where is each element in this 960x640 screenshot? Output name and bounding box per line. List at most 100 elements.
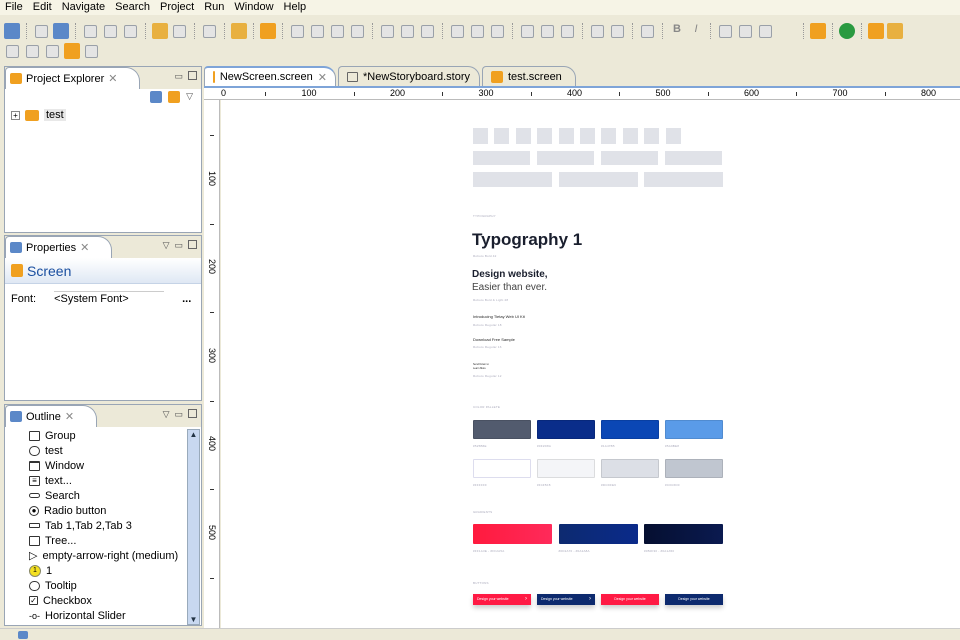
design-button[interactable]: Design your website (601, 594, 659, 605)
vruler-tick (210, 400, 214, 402)
font-picker-button[interactable]: ... (182, 293, 191, 305)
tab-newscreen[interactable]: NewScreen.screen ✕ (204, 66, 336, 86)
new-icon[interactable] (4, 23, 20, 39)
tab-newstoryboard[interactable]: *NewStoryboard.story (338, 66, 480, 86)
arrange-forward-icon[interactable] (311, 24, 324, 38)
menu-navigate[interactable]: Navigate (57, 0, 110, 15)
same-height-icon[interactable] (611, 24, 624, 38)
fast-view-icon[interactable] (18, 631, 28, 639)
scroll-up-icon[interactable]: ▲ (188, 430, 199, 439)
arrange-front-icon[interactable] (291, 24, 304, 38)
group-vertical-icon[interactable] (381, 24, 394, 38)
arrange-backward-icon[interactable] (331, 24, 344, 38)
outline-item-checkbox[interactable]: ✓ Checkbox (5, 593, 201, 608)
view-menu-icon[interactable]: ▽ (163, 240, 170, 251)
camera-icon[interactable] (260, 23, 276, 39)
forward-icon[interactable] (85, 44, 98, 58)
align-center-icon[interactable] (471, 24, 484, 38)
tab-properties[interactable]: Properties ✕ (5, 236, 113, 258)
menu-edit[interactable]: Edit (28, 0, 57, 15)
outline-item-slider[interactable]: -o- Horizontal Slider (5, 608, 201, 623)
minimize-icon[interactable]: ▭ (174, 409, 183, 420)
link-editor-icon[interactable] (168, 91, 181, 103)
menu-search[interactable]: Search (110, 0, 155, 15)
cut-icon[interactable] (84, 24, 97, 38)
minimize-icon[interactable]: ▭ (174, 240, 183, 251)
outline-item-tabs[interactable]: Tab 1,Tab 2,Tab 3 (5, 518, 201, 533)
group-horizontal-icon[interactable] (401, 24, 414, 38)
view-menu-icon[interactable]: ▽ (186, 91, 193, 105)
color-swatch (665, 459, 723, 478)
tab-test-screen[interactable]: test.screen (482, 66, 576, 86)
preview-icon[interactable] (810, 23, 826, 39)
close-icon[interactable]: ✕ (65, 410, 74, 423)
tab-outline[interactable]: Outline ✕ (5, 405, 98, 427)
design-canvas[interactable]: TYPOGRAPHY Typography 1 Roboto Bold 42 D… (221, 100, 960, 628)
menu-help[interactable]: Help (279, 0, 312, 15)
next-annotation-icon[interactable] (6, 44, 19, 58)
back-icon[interactable] (64, 43, 80, 59)
open-folder-icon[interactable] (868, 23, 884, 39)
last-edit-icon[interactable] (46, 44, 59, 58)
outline-item-badge[interactable]: 11 (5, 563, 201, 578)
outline-item-tree[interactable]: Tree... (5, 533, 201, 548)
menu-window[interactable]: Window (229, 0, 278, 15)
outline-item-arrow[interactable]: ▷ empty-arrow-right (medium) (5, 548, 201, 563)
maximize-icon[interactable] (188, 71, 197, 80)
menu-run[interactable]: Run (199, 0, 229, 15)
scroll-down-icon[interactable]: ▼ (188, 615, 199, 624)
align-top-icon[interactable] (521, 24, 534, 38)
undo-icon[interactable] (152, 23, 168, 39)
text-align-center-icon[interactable] (739, 24, 752, 38)
arrange-back-icon[interactable] (351, 24, 364, 38)
bold-icon[interactable]: B (669, 23, 685, 39)
outline-scrollbar[interactable]: ▲ ▼ (187, 429, 200, 625)
design-button[interactable]: Design your website › (473, 594, 531, 605)
wand-icon[interactable] (231, 23, 247, 39)
outline-item-search[interactable]: Search (5, 488, 201, 503)
close-icon[interactable]: ✕ (80, 241, 89, 254)
align-right-icon[interactable] (491, 24, 504, 38)
maximize-icon[interactable] (188, 240, 197, 249)
view-menu-icon[interactable]: ▽ (163, 409, 170, 420)
align-left-icon[interactable] (451, 24, 464, 38)
design-button[interactable]: Design your website (665, 594, 723, 605)
copy-icon[interactable] (104, 24, 117, 38)
outline-item-group[interactable]: Group (5, 428, 201, 443)
align-middle-icon[interactable] (541, 24, 554, 38)
group-icon[interactable] (421, 24, 434, 38)
lock-icon[interactable] (641, 24, 654, 38)
save-icon[interactable] (35, 24, 48, 38)
italic-icon[interactable]: I (688, 23, 704, 39)
tree-item-test[interactable]: + test (5, 107, 201, 123)
design-button[interactable]: Design your website › (537, 594, 595, 605)
run-icon[interactable] (839, 23, 855, 39)
menu-file[interactable]: File (0, 0, 28, 15)
font-value[interactable]: <System Font> (54, 291, 165, 307)
maximize-icon[interactable] (188, 409, 197, 418)
collapse-all-icon[interactable] (150, 91, 163, 103)
close-icon[interactable]: ✕ (318, 71, 327, 84)
align-bottom-icon[interactable] (561, 24, 574, 38)
outline-item-text[interactable]: ≡ text... (5, 473, 201, 488)
text-align-left-icon[interactable] (719, 24, 732, 38)
outline-item-tooltip[interactable]: Tooltip (5, 578, 201, 593)
outline-item-window[interactable]: Window (5, 458, 201, 473)
text-align-right-icon[interactable] (759, 24, 772, 38)
minimize-icon[interactable]: ▭ (174, 71, 183, 82)
redo-icon[interactable] (173, 24, 186, 38)
print-icon[interactable] (53, 23, 69, 39)
expand-icon[interactable]: + (11, 110, 20, 120)
pin-icon[interactable] (887, 23, 903, 39)
storyboard-icon (347, 71, 358, 82)
close-icon[interactable]: ✕ (108, 72, 117, 85)
placeholder-block (558, 172, 638, 187)
delete-icon[interactable] (203, 24, 216, 38)
menu-project[interactable]: Project (155, 0, 199, 15)
tab-project-explorer[interactable]: Project Explorer ✕ (5, 67, 141, 89)
paste-icon[interactable] (124, 24, 137, 38)
same-width-icon[interactable] (591, 24, 604, 38)
outline-item-radio[interactable]: ● Radio button (5, 503, 201, 518)
prev-annotation-icon[interactable] (26, 44, 39, 58)
outline-item-test[interactable]: test (5, 443, 201, 458)
